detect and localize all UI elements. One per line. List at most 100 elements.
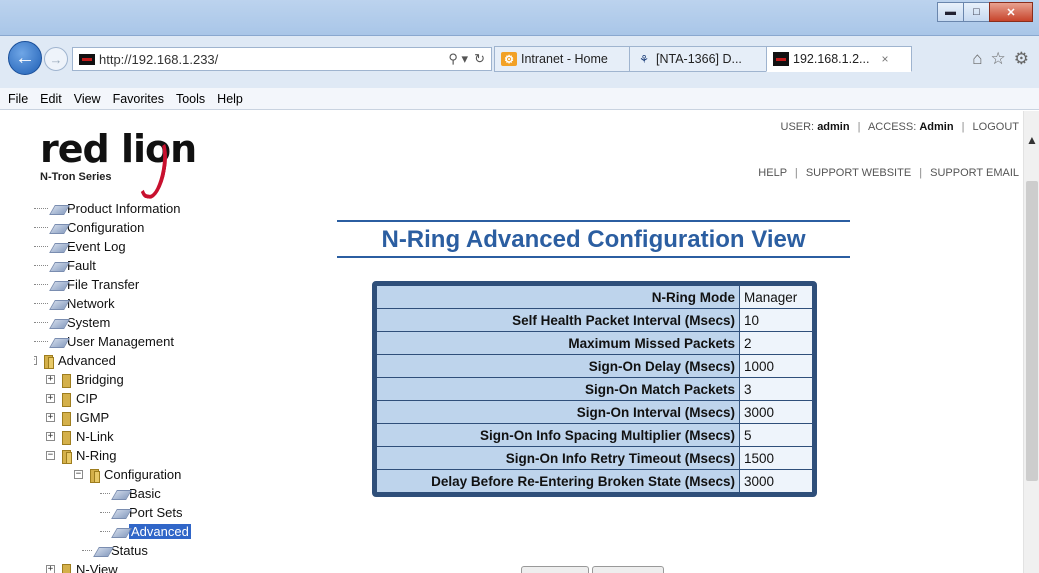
tree-item-basic[interactable]: Basic xyxy=(100,484,161,503)
browser-toolbar-icons: ⌂ ☆ ⚙ xyxy=(972,49,1029,69)
menu-bar: File Edit View Favorites Tools Help xyxy=(0,88,1039,110)
tree-item-n-link[interactable]: + N-Link xyxy=(46,427,114,446)
tree-item-system[interactable]: System xyxy=(34,313,110,332)
logo-text: red lion xyxy=(40,127,197,171)
folder-open-icon xyxy=(87,468,101,483)
support-email-link[interactable]: SUPPORT EMAIL xyxy=(930,167,1019,179)
tree-item-n-view[interactable]: + N-View xyxy=(46,560,118,573)
maximize-button[interactable]: □ xyxy=(963,2,990,22)
expand-icon[interactable]: + xyxy=(46,375,55,384)
help-links: HELP | SUPPORT WEBSITE | SUPPORT EMAIL xyxy=(758,167,1019,179)
collapse-icon[interactable]: − xyxy=(34,356,37,365)
intranet-tab-icon: ⚙ xyxy=(501,52,517,66)
folder-open-icon xyxy=(59,449,73,464)
expand-icon[interactable]: + xyxy=(46,413,55,422)
folder-icon xyxy=(59,373,73,388)
tree-item-event-log[interactable]: Event Log xyxy=(34,237,126,256)
home-icon[interactable]: ⌂ xyxy=(972,49,982,69)
page-icon xyxy=(112,526,128,538)
collapse-icon[interactable]: − xyxy=(74,470,83,479)
tree-item-network[interactable]: Network xyxy=(34,294,115,313)
page-icon xyxy=(50,203,66,215)
refresh-icon[interactable]: ↻ xyxy=(474,51,485,67)
browser-navbar: ← → http://192.168.1.233/ ⚲ ▾ ↻ ⚙ Intran… xyxy=(0,36,1039,88)
menu-help[interactable]: Help xyxy=(213,92,251,106)
collapse-icon[interactable]: − xyxy=(46,451,55,460)
folder-icon xyxy=(59,430,73,445)
config-table: N-Ring Mode Manager Self Health Packet In… xyxy=(372,281,817,497)
page-icon xyxy=(50,317,66,329)
redlion-tab-icon xyxy=(773,52,789,66)
page-icon xyxy=(50,279,66,291)
table-row: Self Health Packet Interval (Msecs) 10 xyxy=(376,308,813,332)
tree-item-advanced[interactable]: − Advanced xyxy=(34,351,116,370)
address-text[interactable]: http://192.168.1.233/ xyxy=(99,52,448,67)
favorites-star-icon[interactable]: ☆ xyxy=(991,49,1006,69)
page-scrollbar[interactable]: ▲ xyxy=(1023,111,1039,573)
settings-gear-icon[interactable]: ⚙ xyxy=(1014,49,1029,69)
user-name: admin xyxy=(817,121,850,133)
expand-icon[interactable]: + xyxy=(46,432,55,441)
tree-item-cip[interactable]: + CIP xyxy=(46,389,98,408)
support-website-link[interactable]: SUPPORT WEBSITE xyxy=(806,167,911,179)
close-window-button[interactable]: ✕ xyxy=(989,2,1033,22)
tree-item-configuration[interactable]: Configuration xyxy=(34,218,144,237)
table-row: Sign-On Info Retry Timeout (Msecs) 1500 xyxy=(376,446,813,470)
tab-label: [NTA-1366] D... xyxy=(656,52,742,66)
user-info: USER: admin | ACCESS: Admin | LOGOUT xyxy=(780,121,1020,133)
table-row: Maximum Missed Packets 2 xyxy=(376,331,813,355)
table-row: Sign-On Delay (Msecs) 1000 xyxy=(376,354,813,378)
folder-icon xyxy=(59,392,73,407)
minimize-button[interactable]: ▬ xyxy=(937,2,964,22)
tab-intranet[interactable]: ⚙ Intranet - Home xyxy=(494,46,630,72)
page-icon xyxy=(112,488,128,500)
address-bar[interactable]: http://192.168.1.233/ ⚲ ▾ ↻ xyxy=(72,47,492,71)
menu-favorites[interactable]: Favorites xyxy=(109,92,172,106)
scroll-thumb[interactable] xyxy=(1026,181,1038,481)
tree-item-status[interactable]: Status xyxy=(82,541,148,560)
folder-open-icon xyxy=(41,354,55,369)
tree-item-n-ring[interactable]: − N-Ring xyxy=(46,446,116,465)
table-row: N-Ring Mode Manager xyxy=(376,285,813,309)
page-icon xyxy=(94,545,110,557)
forward-button[interactable]: → xyxy=(44,47,68,71)
page-icon xyxy=(50,241,66,253)
help-link[interactable]: HELP xyxy=(758,167,787,179)
tab-close-icon[interactable]: × xyxy=(881,52,888,66)
tab-current[interactable]: 192.168.1.2... × xyxy=(766,46,912,72)
action-button[interactable] xyxy=(592,566,664,573)
logout-link[interactable]: LOGOUT xyxy=(973,121,1019,133)
tree-item-igmp[interactable]: + IGMP xyxy=(46,408,109,427)
scroll-up-icon[interactable]: ▲ xyxy=(1026,133,1038,147)
table-row: Sign-On Interval (Msecs) 3000 xyxy=(376,400,813,424)
expand-icon[interactable]: + xyxy=(46,394,55,403)
menu-tools[interactable]: Tools xyxy=(172,92,213,106)
navigation-tree: Product Information Configuration Event … xyxy=(34,199,254,573)
tree-item-bridging[interactable]: + Bridging xyxy=(46,370,124,389)
tree-item-product-information[interactable]: Product Information xyxy=(34,199,180,218)
tree-item-user-management[interactable]: User Management xyxy=(34,332,174,351)
jira-tab-icon: ⚘ xyxy=(639,53,649,66)
menu-file[interactable]: File xyxy=(4,92,36,106)
menu-edit[interactable]: Edit xyxy=(36,92,70,106)
tree-item-port-sets[interactable]: Port Sets xyxy=(100,503,182,522)
folder-icon xyxy=(59,411,73,426)
action-button[interactable] xyxy=(521,566,589,573)
expand-icon[interactable]: + xyxy=(46,565,55,573)
tree-item-advanced-selected[interactable]: Advanced xyxy=(100,522,191,541)
tab-jira[interactable]: ⚘ [NTA-1366] D... xyxy=(629,46,767,72)
tree-item-file-transfer[interactable]: File Transfer xyxy=(34,275,139,294)
tree-item-fault[interactable]: Fault xyxy=(34,256,96,275)
search-icon[interactable]: ⚲ ▾ xyxy=(448,51,468,67)
access-level: Admin xyxy=(919,121,954,133)
page-icon xyxy=(50,222,66,234)
window-titlebar: ▬ □ ✕ xyxy=(0,0,1039,36)
back-button[interactable]: ← xyxy=(8,41,42,75)
window-controls: ▬ □ ✕ xyxy=(937,2,1033,22)
menu-view[interactable]: View xyxy=(70,92,109,106)
logo-subtitle: N-Tron Series xyxy=(40,171,112,183)
page-icon xyxy=(50,298,66,310)
red-lion-logo[interactable]: red lion N-Tron Series xyxy=(40,127,210,201)
tree-item-n-ring-configuration[interactable]: − Configuration xyxy=(74,465,181,484)
table-row: Sign-On Match Packets 3 xyxy=(376,377,813,401)
